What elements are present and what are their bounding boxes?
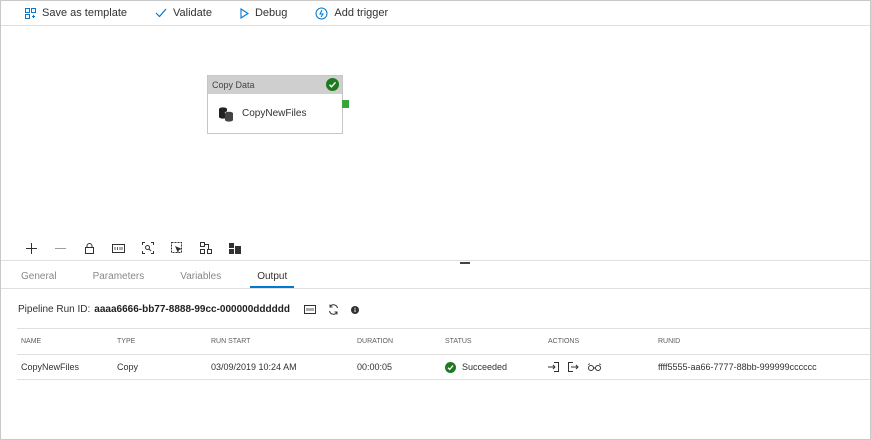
col-run-start: RUN START bbox=[211, 338, 251, 345]
refresh-icon bbox=[328, 304, 338, 315]
info-button[interactable] bbox=[350, 305, 359, 314]
auto-align-icon bbox=[199, 242, 212, 254]
row-name: CopyNewFiles bbox=[21, 362, 80, 372]
view-input-button[interactable] bbox=[548, 362, 559, 372]
splitter-handle[interactable] bbox=[460, 262, 470, 264]
activity-success-connector[interactable] bbox=[342, 100, 349, 108]
run-id-label: Pipeline Run ID: bbox=[18, 304, 91, 315]
auto-align-button[interactable] bbox=[191, 242, 220, 254]
copy-data-activity[interactable]: Copy Data CopyNewFiles bbox=[207, 75, 343, 134]
input-icon bbox=[548, 362, 559, 372]
col-name: NAME bbox=[21, 338, 42, 345]
add-icon bbox=[26, 242, 37, 254]
row-actions bbox=[548, 355, 610, 379]
select-icon bbox=[170, 242, 182, 253]
row-run-start: 03/09/2019 10:24 AM bbox=[211, 362, 297, 372]
pipeline-toolbar: Save as template Validate Debug Add trig… bbox=[1, 1, 870, 26]
canvas-tools bbox=[1, 237, 870, 259]
activity-runs-table: NAME TYPE RUN START DURATION STATUS ACTI… bbox=[17, 328, 870, 380]
glasses-icon bbox=[588, 363, 601, 371]
zoom-out-button[interactable] bbox=[46, 243, 75, 254]
save-as-template-label: Save as template bbox=[42, 7, 127, 19]
layout-icon bbox=[228, 242, 241, 254]
row-status: Succeeded bbox=[445, 355, 507, 379]
run-id-value: aaaa6666-bb77-8888-99cc-000000dddddd bbox=[94, 304, 290, 315]
tab-general[interactable]: General bbox=[21, 271, 57, 288]
success-check-icon bbox=[326, 78, 339, 91]
table-header: NAME TYPE RUN START DURATION STATUS ACTI… bbox=[17, 328, 870, 355]
layout-button[interactable] bbox=[220, 242, 249, 254]
database-icon bbox=[219, 106, 234, 122]
lock-button[interactable] bbox=[75, 242, 104, 254]
copy-run-id-button[interactable] bbox=[303, 305, 316, 314]
activity-type-label: Copy Data bbox=[212, 80, 255, 90]
row-runid: ffff5555-aa66-7777-88bb-999999cccccc bbox=[658, 362, 817, 372]
save-as-template-button[interactable]: Save as template bbox=[25, 7, 127, 19]
col-actions: ACTIONS bbox=[548, 338, 580, 345]
zoom-to-fit-button[interactable] bbox=[133, 242, 162, 254]
select-button[interactable] bbox=[162, 242, 191, 254]
tab-variables[interactable]: Variables bbox=[180, 271, 221, 288]
zoom-in-button[interactable] bbox=[17, 242, 46, 254]
debug-label: Debug bbox=[254, 7, 288, 19]
tab-parameters[interactable]: Parameters bbox=[93, 271, 145, 288]
table-row[interactable]: CopyNewFiles Copy 03/09/2019 10:24 AM 00… bbox=[17, 355, 870, 380]
activity-body: CopyNewFiles bbox=[208, 94, 342, 133]
row-type: Copy bbox=[117, 362, 139, 372]
col-runid: RUNID bbox=[658, 338, 681, 345]
lock-icon bbox=[85, 242, 94, 254]
debug-button[interactable]: Debug bbox=[240, 7, 287, 19]
view-output-button[interactable] bbox=[568, 362, 579, 372]
play-icon bbox=[240, 7, 249, 19]
refresh-button[interactable] bbox=[328, 304, 339, 315]
pipeline-editor: Save as template Validate Debug Add trig… bbox=[0, 0, 871, 440]
row-status-label: Succeeded bbox=[462, 362, 508, 372]
col-type: TYPE bbox=[117, 338, 136, 345]
output-icon bbox=[568, 362, 579, 372]
add-trigger-button[interactable]: Add trigger bbox=[315, 7, 388, 20]
row-duration: 00:00:05 bbox=[357, 362, 393, 372]
zoom-to-fit-icon bbox=[141, 242, 154, 254]
pipeline-canvas[interactable]: Copy Data CopyNewFiles bbox=[1, 27, 870, 237]
copy-id-icon bbox=[303, 305, 316, 314]
col-duration: DURATION bbox=[357, 338, 394, 345]
succeeded-icon bbox=[445, 361, 456, 373]
pipeline-run-id-row: Pipeline Run ID: aaaa6666-bb77-8888-99cc… bbox=[18, 304, 371, 315]
validate-label: Validate bbox=[173, 7, 212, 19]
info-icon bbox=[350, 305, 359, 314]
view-details-button[interactable] bbox=[588, 363, 601, 371]
panel-splitter[interactable] bbox=[1, 260, 870, 264]
activity-name: CopyNewFiles bbox=[242, 108, 307, 119]
properties-tabs: General Parameters Variables Output bbox=[1, 265, 870, 289]
activity-header: Copy Data bbox=[208, 76, 342, 94]
add-trigger-label: Add trigger bbox=[334, 7, 389, 19]
trigger-icon bbox=[315, 7, 328, 19]
tab-output[interactable]: Output bbox=[250, 271, 295, 288]
checkmark-icon bbox=[155, 8, 167, 18]
validate-button[interactable]: Validate bbox=[155, 7, 212, 19]
col-status: STATUS bbox=[445, 338, 472, 345]
remove-icon bbox=[55, 247, 66, 249]
zoom-100-icon bbox=[112, 243, 125, 253]
zoom-100-button[interactable] bbox=[104, 243, 133, 254]
template-icon bbox=[25, 7, 36, 19]
